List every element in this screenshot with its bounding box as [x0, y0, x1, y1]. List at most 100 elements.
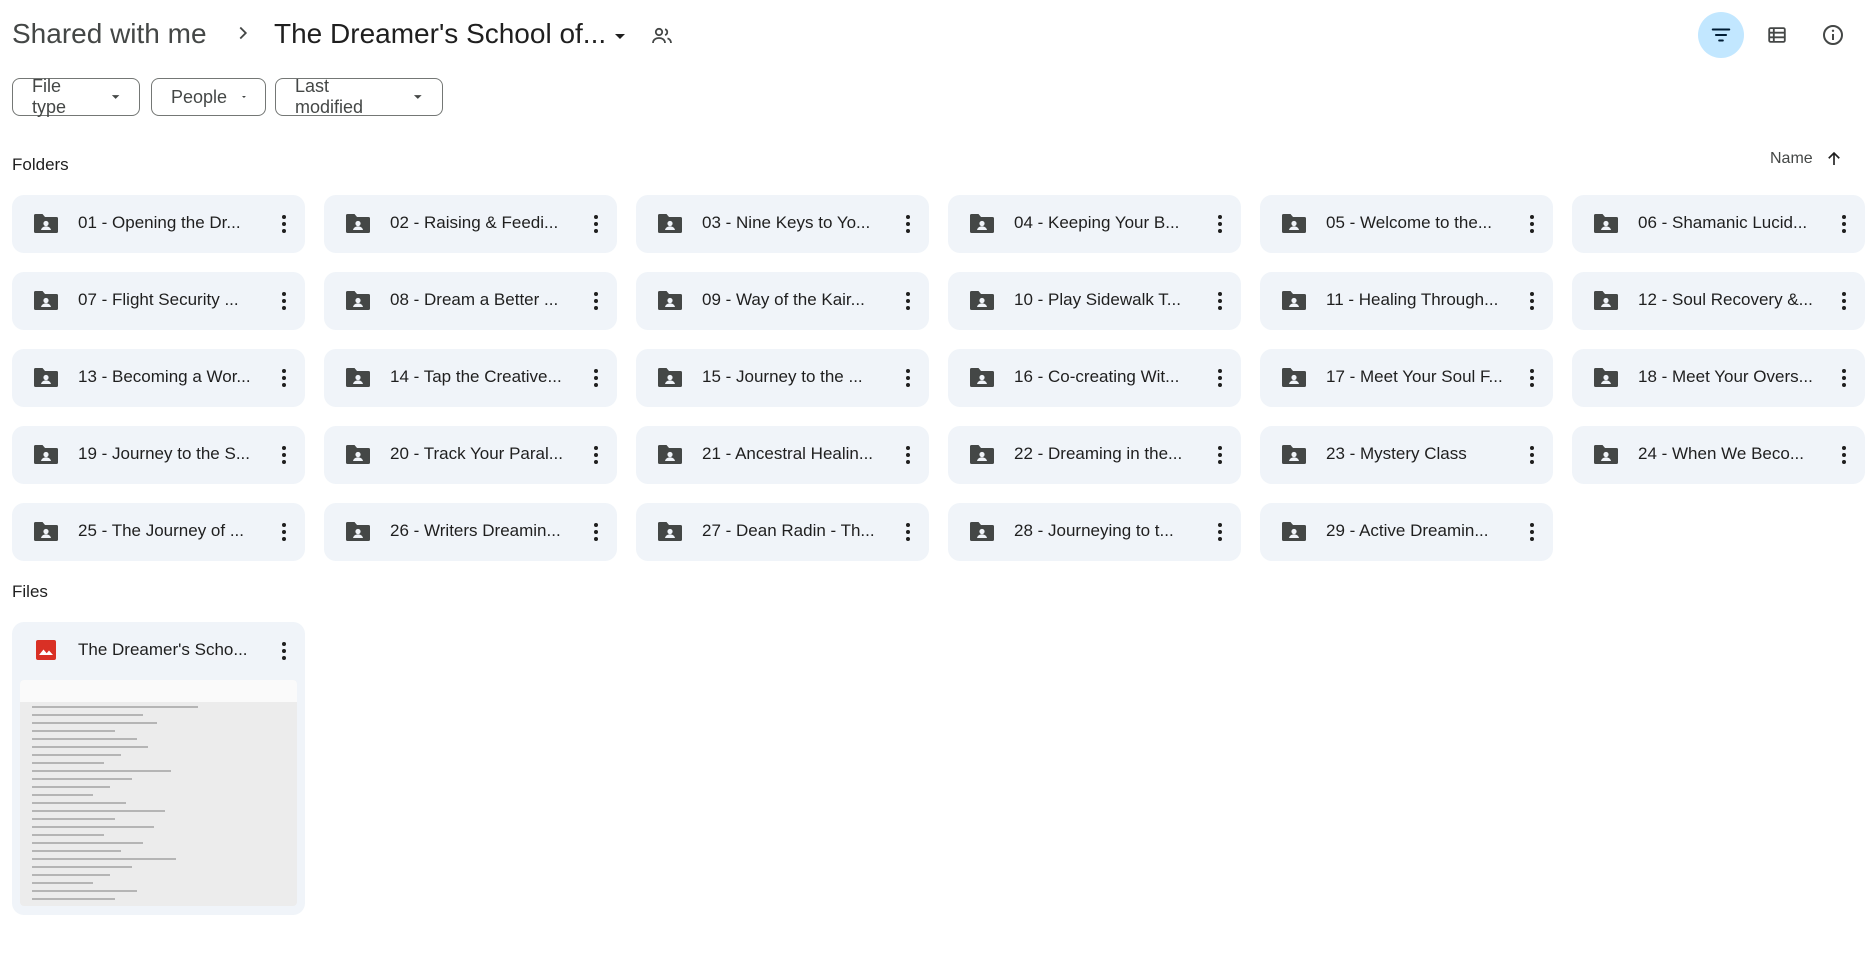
folder-card[interactable]: 06 - Shamanic Lucid... — [1572, 195, 1865, 253]
image-icon — [36, 640, 56, 660]
folder-card[interactable]: 10 - Play Sidewalk T... — [948, 272, 1241, 330]
details-button[interactable] — [1810, 12, 1856, 58]
folder-card[interactable]: 29 - Active Dreamin... — [1260, 503, 1553, 561]
shared-people-icon[interactable] — [650, 24, 674, 48]
folder-card[interactable]: 19 - Journey to the S... — [12, 426, 305, 484]
thumbnail-text-line — [32, 754, 121, 756]
more-vert-icon[interactable] — [896, 520, 920, 544]
folder-card[interactable]: 15 - Journey to the ... — [636, 349, 929, 407]
shared-folder-icon — [346, 368, 370, 387]
shared-folder-icon — [970, 445, 994, 464]
folder-name: 08 - Dream a Better ... — [390, 290, 559, 309]
folder-card[interactable]: 23 - Mystery Class — [1260, 426, 1553, 484]
more-vert-icon[interactable] — [584, 443, 608, 467]
more-vert-icon[interactable] — [896, 366, 920, 390]
more-vert-icon[interactable] — [1208, 289, 1232, 313]
more-vert-icon[interactable] — [584, 520, 608, 544]
folder-name: 29 - Active Dreamin... — [1326, 521, 1489, 540]
more-vert-icon[interactable] — [1520, 212, 1544, 236]
folder-card[interactable]: 18 - Meet Your Overs... — [1572, 349, 1865, 407]
folder-card[interactable]: 16 - Co-creating Wit... — [948, 349, 1241, 407]
folder-card[interactable]: 22 - Dreaming in the... — [948, 426, 1241, 484]
thumbnail-text-line — [32, 890, 138, 892]
file-thumbnail[interactable] — [20, 680, 297, 906]
folder-card[interactable]: 17 - Meet Your Soul F... — [1260, 349, 1553, 407]
more-vert-icon[interactable] — [272, 443, 296, 467]
folder-card[interactable]: 14 - Tap the Creative... — [324, 349, 617, 407]
more-vert-icon[interactable] — [584, 366, 608, 390]
folder-card[interactable]: 20 - Track Your Paral... — [324, 426, 617, 484]
folder-card[interactable]: 07 - Flight Security ... — [12, 272, 305, 330]
more-vert-icon[interactable] — [1520, 366, 1544, 390]
folder-card[interactable]: 08 - Dream a Better ... — [324, 272, 617, 330]
more-vert-icon[interactable] — [584, 289, 608, 313]
last-modified-filter[interactable]: Last modified — [275, 76, 443, 117]
more-vert-icon[interactable] — [272, 212, 296, 236]
folder-card[interactable]: 05 - Welcome to the... — [1260, 195, 1553, 253]
thumbnail-text-line — [32, 730, 116, 732]
more-vert-icon[interactable] — [272, 520, 296, 544]
thumbnail-text-line — [32, 842, 143, 844]
more-vert-icon[interactable] — [1208, 212, 1232, 236]
caret-down-icon — [414, 95, 423, 99]
thumbnail-text-line — [32, 898, 116, 900]
shared-folder-icon — [658, 291, 682, 310]
folder-card[interactable]: 25 - The Journey of ... — [12, 503, 305, 561]
more-vert-icon[interactable] — [272, 289, 296, 313]
folder-card[interactable]: 24 - When We Beco... — [1572, 426, 1865, 484]
folder-card[interactable]: 02 - Raising & Feedi... — [324, 195, 617, 253]
filter-toggle-button[interactable] — [1698, 12, 1744, 58]
more-vert-icon[interactable] — [896, 289, 920, 313]
thumbnail-page-top — [20, 680, 297, 702]
thumbnail-text-line — [32, 786, 110, 788]
more-vert-icon[interactable] — [1832, 443, 1856, 467]
list-view-icon — [1768, 27, 1786, 43]
more-vert-icon[interactable] — [1832, 366, 1856, 390]
shared-folder-icon — [1282, 214, 1306, 233]
file-type-filter[interactable]: File type — [12, 76, 140, 117]
folder-card[interactable]: 04 - Keeping Your B... — [948, 195, 1241, 253]
thumbnail-text-line — [32, 802, 127, 804]
more-vert-icon[interactable] — [1208, 520, 1232, 544]
caret-down-icon[interactable] — [610, 26, 630, 46]
shared-folder-icon — [34, 291, 58, 310]
folder-name: 27 - Dean Radin - Th... — [702, 521, 875, 540]
more-vert-icon[interactable] — [1520, 520, 1544, 544]
file-type-filter-label: File type — [32, 76, 67, 117]
breadcrumb-shared-with-me[interactable]: Shared with me — [12, 18, 207, 50]
thumbnail-text-line — [32, 746, 149, 748]
folder-card[interactable]: 28 - Journeying to t... — [948, 503, 1241, 561]
more-vert-icon[interactable] — [896, 212, 920, 236]
thumbnail-text-line — [32, 762, 105, 764]
shared-folder-icon — [34, 368, 58, 387]
more-vert-icon[interactable] — [1520, 443, 1544, 467]
more-vert-icon[interactable] — [896, 443, 920, 467]
shared-folder-icon — [1282, 522, 1306, 541]
folder-card[interactable]: 01 - Opening the Dr... — [12, 195, 305, 253]
more-vert-icon[interactable] — [272, 366, 296, 390]
file-name: The Dreamer's Scho... — [78, 640, 248, 659]
list-view-button[interactable] — [1754, 12, 1800, 58]
folder-card[interactable]: 26 - Writers Dreamin... — [324, 503, 617, 561]
more-vert-icon[interactable] — [1208, 443, 1232, 467]
more-vert-icon[interactable] — [272, 639, 296, 663]
more-vert-icon[interactable] — [1832, 289, 1856, 313]
people-filter[interactable]: People — [151, 78, 266, 116]
folder-card[interactable]: 12 - Soul Recovery &... — [1572, 272, 1865, 330]
sort-by-name-button[interactable]: Name — [1770, 150, 1843, 168]
more-vert-icon[interactable] — [584, 212, 608, 236]
folder-card[interactable]: 11 - Healing Through... — [1260, 272, 1553, 330]
more-vert-icon[interactable] — [1520, 289, 1544, 313]
thumbnail-text-line — [32, 882, 93, 884]
more-vert-icon[interactable] — [1832, 212, 1856, 236]
breadcrumb-current-folder[interactable]: The Dreamer's School of... — [274, 18, 606, 50]
thumbnail-text-line — [32, 706, 199, 708]
folder-card[interactable]: 21 - Ancestral Healin... — [636, 426, 929, 484]
file-card[interactable]: The Dreamer's Scho... — [12, 622, 305, 915]
more-vert-icon[interactable] — [1208, 366, 1232, 390]
folder-card[interactable]: 03 - Nine Keys to Yo... — [636, 195, 929, 253]
shared-folder-icon — [1594, 368, 1618, 387]
folder-card[interactable]: 27 - Dean Radin - Th... — [636, 503, 929, 561]
folder-card[interactable]: 13 - Becoming a Wor... — [12, 349, 305, 407]
folder-card[interactable]: 09 - Way of the Kair... — [636, 272, 929, 330]
